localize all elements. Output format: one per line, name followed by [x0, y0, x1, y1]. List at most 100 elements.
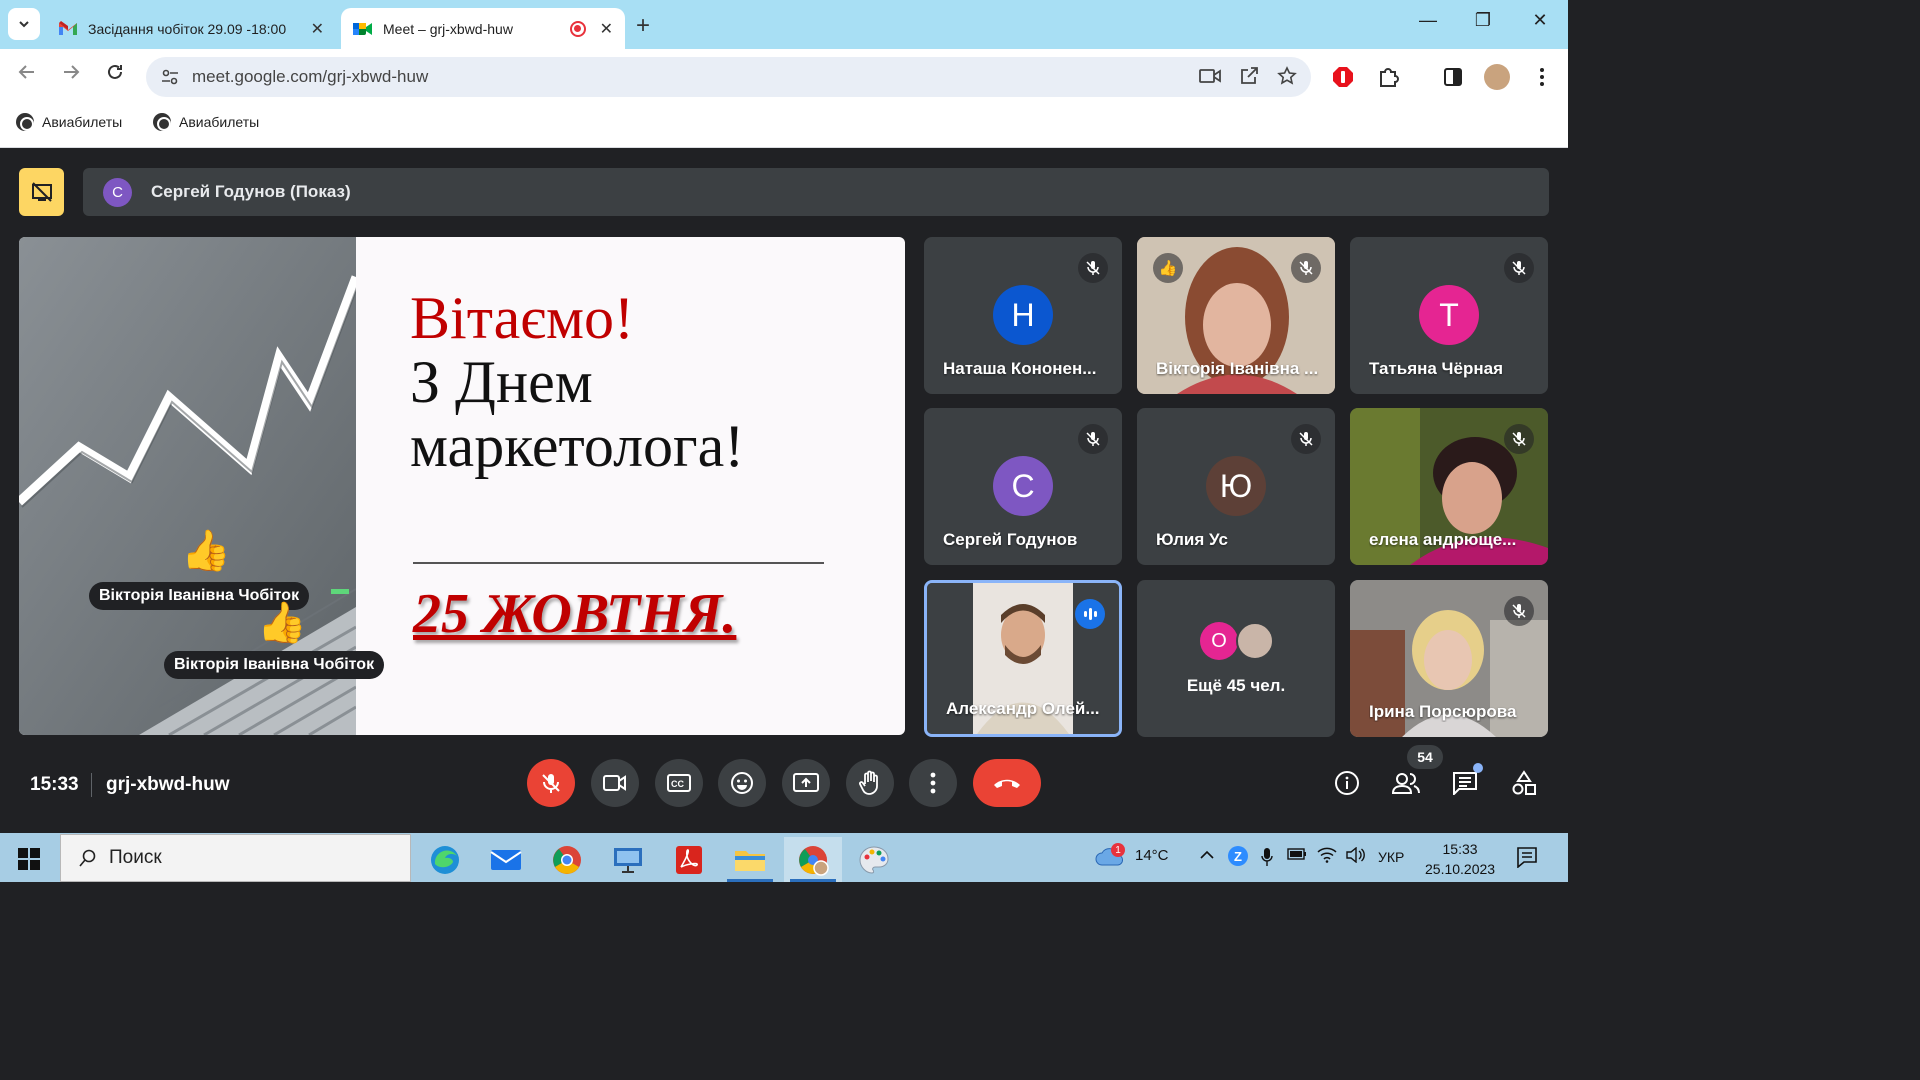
mic-off-icon — [1504, 424, 1534, 454]
extensions-puzzle-icon[interactable] — [1376, 65, 1400, 89]
pdf-reader-app-icon[interactable] — [660, 837, 718, 882]
forward-arrow-icon[interactable] — [61, 62, 81, 88]
raise-hand-button[interactable] — [846, 759, 894, 807]
paint-app-icon[interactable] — [845, 837, 903, 882]
camera-toggle-button[interactable] — [591, 759, 639, 807]
chrome-profile-app-icon[interactable] — [784, 837, 842, 882]
mic-off-icon — [1504, 253, 1534, 283]
file-explorer-app-icon[interactable] — [721, 837, 779, 882]
input-language[interactable]: УКР — [1378, 849, 1404, 865]
side-panel-icon[interactable] — [1441, 65, 1465, 89]
meet-call-area: С Сергей Годунов (Показ) Вітаємо! З Днем… — [0, 149, 1568, 833]
slide-divider — [413, 562, 824, 564]
people-icon[interactable] — [1390, 767, 1422, 799]
activities-icon[interactable] — [1508, 767, 1540, 799]
taskbar-search[interactable]: Поиск — [60, 834, 411, 882]
gmail-icon — [58, 21, 78, 37]
present-off-icon — [31, 182, 52, 202]
participant-tile[interactable]: елена андрющe... — [1350, 408, 1548, 565]
meeting-time: 15:33 — [30, 774, 79, 795]
bookmark-star-icon[interactable] — [1277, 66, 1297, 91]
microphone-toggle-button[interactable] — [527, 759, 575, 807]
thumbs-up-icon: 👍 — [1153, 253, 1183, 283]
tab-gmail[interactable]: Засідання чобіток 29.09 -18:00 ✕ — [46, 8, 336, 49]
participant-tile[interactable]: С Сергей Годунов — [924, 408, 1122, 565]
address-bar[interactable]: meet.google.com/grj-xbwd-huw — [146, 57, 1311, 97]
taskbar-search-placeholder: Поиск — [109, 847, 162, 868]
bookmark-item[interactable]: Авиабилеты — [153, 113, 259, 131]
participant-name: елена андрющe... — [1369, 530, 1517, 549]
edge-app-icon[interactable] — [416, 837, 474, 882]
presenter-bar: С Сергей Годунов (Показ) — [83, 168, 1549, 216]
weather-badge: 1 — [1111, 843, 1125, 857]
bookmark-item[interactable]: Авиабилеты — [16, 113, 122, 131]
chat-unread-dot — [1473, 763, 1483, 773]
present-screen-icon — [793, 773, 819, 792]
participant-name: Александр Олей... — [946, 699, 1100, 718]
bookmark-label: Авиабилеты — [179, 114, 260, 130]
remote-desktop-app-icon[interactable] — [599, 837, 657, 882]
close-tab-icon[interactable]: ✕ — [311, 19, 324, 39]
open-external-icon[interactable] — [1239, 66, 1259, 91]
reactions-button[interactable] — [718, 759, 766, 807]
wifi-icon[interactable] — [1317, 847, 1337, 867]
globe-icon — [16, 113, 34, 131]
mic-off-icon — [1078, 253, 1108, 283]
mic-off-icon — [1078, 424, 1108, 454]
participant-tile[interactable]: Ірина Порсюрова — [1350, 580, 1548, 737]
taskbar-date: 25.10.2023 — [1425, 861, 1496, 877]
participant-avatar: С — [993, 456, 1053, 516]
show-hidden-icons-chevron-up-icon[interactable] — [1200, 847, 1214, 864]
running-app-indicator — [790, 879, 836, 882]
browser-menu-icon[interactable] — [1530, 65, 1554, 89]
participant-name: Ірина Порсюрова — [1369, 702, 1517, 721]
emoji-icon — [731, 772, 753, 794]
slide-date: 25 ЖОВТНЯ. — [413, 583, 737, 645]
tab-meet[interactable]: Meet – grj-xbwd-huw ✕ — [341, 8, 625, 49]
adblock-extension-icon[interactable] — [1331, 65, 1355, 89]
participant-tile[interactable]: 👍 Вікторія Іванівна ... — [1137, 237, 1335, 394]
search-icon — [79, 849, 96, 867]
new-tab-button[interactable]: + — [636, 12, 650, 40]
mail-app-icon[interactable] — [477, 837, 535, 882]
close-tab-icon[interactable]: ✕ — [600, 19, 613, 39]
meeting-code: grj-xbwd-huw — [106, 774, 230, 795]
reload-icon[interactable] — [105, 62, 125, 88]
participant-tile[interactable]: Т Татьяна Чёрная — [1350, 237, 1548, 394]
bookmarks-bar: Авиабилеты Авиабилеты — [0, 104, 1568, 148]
notifications-icon[interactable] — [1516, 846, 1538, 872]
thumbs-up-reaction-icon: 👍 — [181, 529, 231, 573]
present-screen-button[interactable] — [782, 759, 830, 807]
more-participants-tile[interactable]: О Ещё 45 чел. — [1137, 580, 1335, 737]
restore-icon[interactable]: ❐ — [1463, 10, 1503, 31]
weather-temperature: 14°C — [1135, 847, 1169, 864]
reaction-name-label: Вікторія Іванівна Чобіток — [164, 651, 385, 679]
participant-tile[interactable]: Ю Юлия Ус — [1137, 408, 1335, 565]
minimize-icon[interactable]: — — [1408, 10, 1448, 31]
url-text: meet.google.com/grj-xbwd-huw — [192, 67, 429, 86]
profile-avatar[interactable] — [1484, 64, 1510, 90]
captions-button[interactable]: CC — [655, 759, 703, 807]
stop-presenting-button[interactable] — [19, 168, 64, 216]
meeting-details-icon[interactable] — [1331, 767, 1363, 799]
closed-captions-icon: CC — [667, 774, 691, 792]
volume-icon[interactable] — [1345, 846, 1365, 867]
zoom-tray-icon[interactable]: Z — [1228, 846, 1248, 866]
microphone-tray-icon[interactable] — [1261, 847, 1273, 871]
chrome-app-icon[interactable] — [538, 837, 596, 882]
participant-tile[interactable]: Н Наташа Кононен... — [924, 237, 1122, 394]
taskbar-clock[interactable]: 15:33 25.10.2023 — [1425, 839, 1495, 879]
close-window-icon[interactable]: ✕ — [1520, 10, 1560, 31]
camera-icon[interactable] — [1199, 66, 1221, 91]
site-settings-icon[interactable] — [160, 67, 180, 87]
mic-off-icon — [1504, 596, 1534, 626]
leave-call-button[interactable] — [973, 759, 1041, 807]
more-options-button[interactable] — [909, 759, 957, 807]
tab-search-button[interactable] — [8, 8, 40, 40]
participant-count-badge: 54 — [1407, 745, 1443, 769]
participant-tile-speaking[interactable]: Александр Олей... — [924, 580, 1122, 737]
participant-name: Наташа Кононен... — [943, 359, 1097, 378]
battery-icon[interactable] — [1287, 847, 1307, 864]
windows-start-icon[interactable] — [18, 848, 40, 870]
back-arrow-icon[interactable] — [17, 62, 37, 88]
